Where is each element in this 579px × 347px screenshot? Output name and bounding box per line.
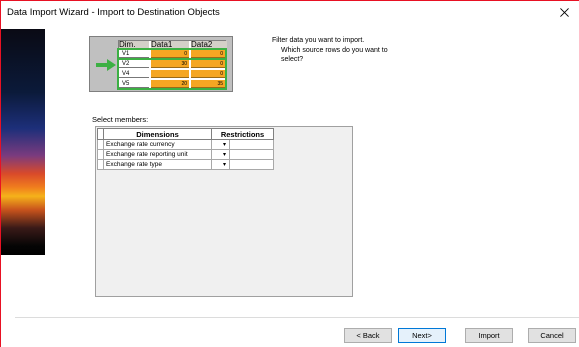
select-members-label: Select members:	[92, 115, 149, 124]
close-button[interactable]	[549, 1, 579, 23]
restriction-cell[interactable]	[229, 159, 274, 170]
back-button[interactable]: < Back	[344, 328, 392, 343]
button-separator	[15, 317, 579, 318]
restriction-dropdown-button[interactable]: ▾	[211, 149, 230, 160]
column-header-restrictions: Restrictions	[211, 128, 274, 140]
dimension-cell: Exchange rate type	[103, 159, 212, 170]
title-bar: Data Import Wizard - Import to Destinati…	[1, 1, 579, 23]
restriction-dropdown-button[interactable]: ▾	[211, 159, 230, 170]
restriction-dropdown-button[interactable]: ▾	[211, 139, 230, 150]
close-icon	[559, 7, 569, 17]
filter-preview-illustration: Dim. Data1 Data2 V1 0 0 V2 30 0 V4 0 V5 …	[89, 36, 233, 92]
cancel-button[interactable]: Cancel	[528, 328, 576, 343]
restriction-cell[interactable]	[229, 149, 274, 160]
preview-table: Dim. Data1 Data2 V1 0 0 V2 30 0 V4 0 V5 …	[117, 40, 227, 90]
filter-heading: Filter data you want to import.	[272, 37, 365, 44]
table-row[interactable]: Exchange rate reporting unit ▾	[97, 149, 274, 160]
restriction-cell[interactable]	[229, 139, 274, 150]
table-row[interactable]: Exchange rate type ▾	[97, 159, 274, 170]
table-row[interactable]: Exchange rate currency ▾	[97, 139, 274, 150]
dimension-cell: Exchange rate currency	[103, 139, 212, 150]
window-title: Data Import Wizard - Import to Destinati…	[7, 7, 220, 18]
filter-question: Which source rows do you want to select?	[281, 47, 388, 63]
import-button[interactable]: Import	[465, 328, 513, 343]
wizard-window: Data Import Wizard - Import to Destinati…	[0, 0, 579, 347]
wizard-side-image	[1, 29, 45, 255]
members-table: Dimensions Restrictions Exchange rate cu…	[97, 128, 274, 170]
preview-selection-frame	[117, 58, 227, 90]
members-table-header: Dimensions Restrictions	[97, 128, 274, 140]
arrow-right-icon	[96, 59, 116, 71]
dimension-cell: Exchange rate reporting unit	[103, 149, 212, 160]
members-grid: Dimensions Restrictions Exchange rate cu…	[95, 126, 353, 297]
column-header-dimensions: Dimensions	[103, 128, 212, 140]
next-button[interactable]: Next>	[398, 328, 446, 343]
